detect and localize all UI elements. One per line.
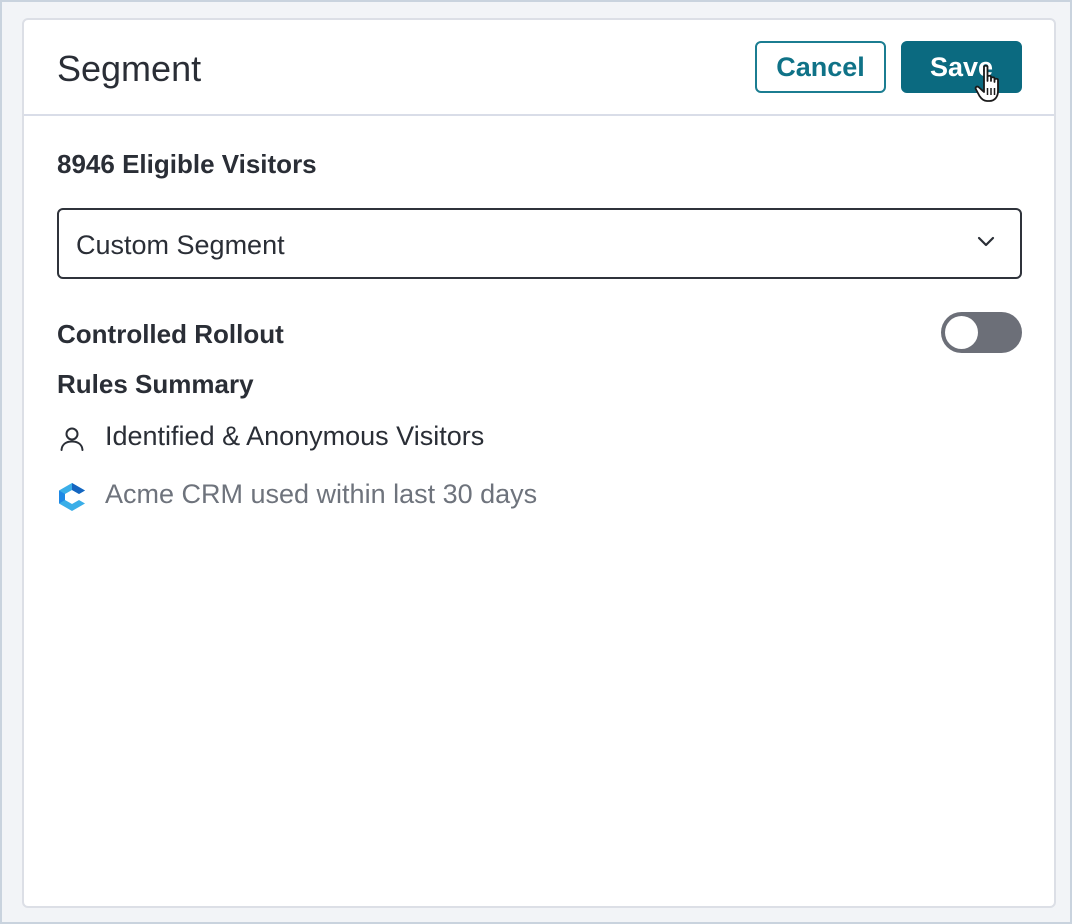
chevron-down-icon xyxy=(977,236,995,247)
cancel-button[interactable]: Cancel xyxy=(755,41,886,93)
app-frame: Segment Cancel Save 8946 Eligible Visito… xyxy=(0,0,1072,924)
segment-panel: Segment Cancel Save 8946 Eligible Visito… xyxy=(22,18,1056,908)
segment-select[interactable]: Custom Segment xyxy=(57,208,1022,279)
controlled-rollout-toggle[interactable] xyxy=(941,312,1022,353)
segment-select-value: Custom Segment xyxy=(76,230,285,260)
rules-summary-heading: Rules Summary xyxy=(57,369,254,399)
panel-title: Segment xyxy=(57,48,202,89)
controlled-rollout-label: Controlled Rollout xyxy=(57,319,284,349)
rule-item: Identified & Anonymous Visitors xyxy=(57,416,957,456)
toggle-knob xyxy=(945,316,978,349)
person-icon xyxy=(60,427,84,451)
acme-crm-logo-icon xyxy=(59,483,85,511)
rule-text: Acme CRM used within last 30 days xyxy=(105,479,538,509)
eligible-visitors-count: 8946 Eligible Visitors xyxy=(57,149,317,179)
panel-header: Segment Cancel Save xyxy=(24,20,1054,116)
hand-pointer-cursor-icon xyxy=(974,64,999,102)
rule-item: Acme CRM used within last 30 days xyxy=(57,474,957,514)
rule-text: Identified & Anonymous Visitors xyxy=(105,421,485,451)
